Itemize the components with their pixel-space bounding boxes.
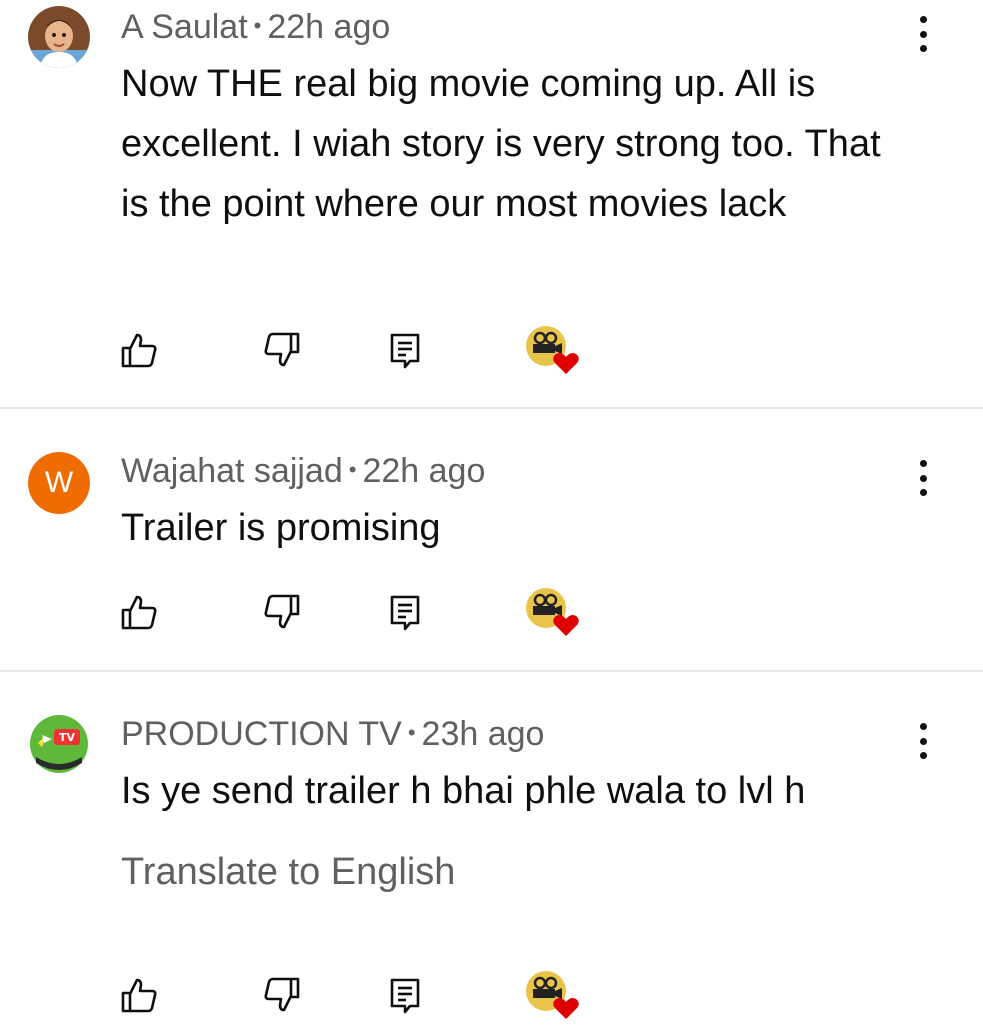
divider [0,407,983,409]
comment-2: W Wajahat sajjad • 22h ago Trailer is prom… [0,410,983,672]
avatar[interactable]: TV [28,713,90,775]
comment-text: Now THE real big movie coming up. All is… [121,63,881,225]
timestamp: 22h ago [267,8,391,46]
thumbs-down-icon [264,332,300,367]
author-name[interactable]: A Saulat [121,8,248,46]
separator: • [253,13,262,39]
like-button[interactable] [117,328,161,372]
thumbs-up-icon [121,978,157,1013]
comment-header: Wajahat sajjad • 22h ago [121,452,485,491]
thumbs-up-icon [121,333,157,368]
thumbs-up-icon [121,595,157,630]
more-options-icon[interactable] [905,719,941,763]
thumbs-down-icon [264,594,300,629]
creator-heart-badge [522,322,582,378]
like-button[interactable] [117,973,161,1017]
comment-1: A Saulat • 22h ago Now THE real big movie … [0,0,983,408]
profile-photo [28,6,90,68]
comment-header: A Saulat • 22h ago [121,8,390,47]
like-button[interactable] [117,590,161,634]
comment-actions [0,326,983,388]
timestamp: 23h ago [421,715,545,753]
separator: • [407,720,416,746]
avatar[interactable] [28,6,90,68]
divider [0,670,983,672]
reply-button[interactable] [383,590,427,634]
more-options-icon[interactable] [905,12,941,56]
comment-actions [0,971,983,1033]
reply-icon [390,595,420,631]
avatar[interactable]: W [28,452,90,514]
separator: • [348,457,357,483]
comment-actions [0,588,983,650]
comment-3: TV PRODUCTION TV • 23h ago Is ye send trai… [0,673,983,1024]
more-options-icon[interactable] [905,456,941,500]
translate-link[interactable]: Translate to English [121,851,455,894]
dislike-button[interactable] [260,973,304,1017]
logo-text: TV [59,731,76,744]
comment-text: Trailer is promising [121,507,441,549]
reply-button[interactable] [383,973,427,1017]
dislike-button[interactable] [260,590,304,634]
author-name[interactable]: Wajahat sajjad [121,452,343,490]
creator-heart-badge [522,967,582,1023]
comment-text: Is ye send trailer h bhai phle wala to l… [121,770,806,812]
thumbs-down-icon [264,977,300,1012]
timestamp: 22h ago [362,452,486,490]
author-name[interactable]: PRODUCTION TV [121,715,402,753]
comment-header: PRODUCTION TV • 23h ago [121,715,544,754]
creator-heart-badge [522,584,582,640]
reply-icon [390,978,420,1014]
reply-icon [390,333,420,369]
channel-logo: TV [28,713,90,775]
reply-button[interactable] [383,328,427,372]
dislike-button[interactable] [260,328,304,372]
